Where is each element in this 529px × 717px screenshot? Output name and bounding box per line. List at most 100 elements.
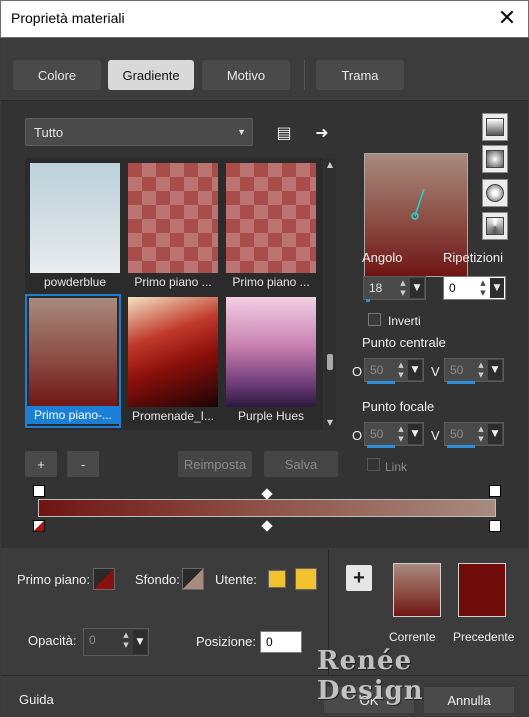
focal-v-bar bbox=[447, 445, 475, 448]
position-input[interactable]: 0 bbox=[260, 631, 302, 653]
help-label[interactable]: Guida bbox=[19, 692, 54, 707]
swatch-purple-hues[interactable]: Purple Hues bbox=[223, 294, 319, 428]
bottom-midpoint-handle[interactable] bbox=[261, 520, 273, 532]
previous-swatch[interactable] bbox=[458, 563, 506, 617]
swatch-label: Purple Hues bbox=[237, 409, 305, 423]
opacity-label: Opacità: bbox=[28, 633, 77, 648]
invert-label: Inverti bbox=[388, 314, 421, 328]
invert-checkbox[interactable] bbox=[368, 313, 381, 326]
current-label: Corrente bbox=[389, 630, 436, 644]
stepper-arrows-icon[interactable]: ▲ ▼ bbox=[477, 278, 489, 298]
chevron-down-icon[interactable]: ▼ bbox=[488, 360, 502, 380]
repeats-label: Ripetizioni bbox=[443, 250, 503, 265]
reset-button[interactable]: Reimposta bbox=[178, 451, 252, 477]
swatch-label: Primo piano-... bbox=[27, 406, 119, 424]
previous-label: Precedente bbox=[453, 630, 515, 644]
swatch-preview bbox=[29, 298, 117, 408]
add-swatch-button[interactable]: + bbox=[346, 565, 372, 591]
focal-v-stepper[interactable]: 50 ▲ ▼ ▼ bbox=[444, 422, 504, 448]
center-h-value: 50 bbox=[370, 363, 384, 377]
center-point-label: Punto centrale bbox=[362, 335, 446, 350]
angle-stepper[interactable]: 18 ▲ ▼ ▼ bbox=[363, 276, 426, 302]
user-label: Utente: bbox=[215, 572, 257, 587]
center-v-label: V bbox=[431, 364, 440, 379]
stepper-arrows-icon[interactable]: ▲ ▼ bbox=[475, 424, 487, 444]
category-select[interactable]: Tutto ▼ bbox=[25, 118, 253, 146]
tab-texture[interactable]: Trama bbox=[316, 60, 404, 90]
position-label: Posizione: bbox=[196, 634, 256, 649]
tab-pattern[interactable]: Motivo bbox=[202, 60, 290, 90]
swatch-powderblue[interactable]: powderblue bbox=[27, 160, 123, 294]
chevron-down-icon[interactable]: ▼ bbox=[133, 630, 147, 654]
linear-style-button[interactable] bbox=[482, 113, 508, 141]
start-color-stop[interactable] bbox=[33, 520, 45, 532]
swatch-label: Primo piano ... bbox=[134, 275, 212, 289]
focal-v-value: 50 bbox=[450, 427, 464, 441]
gradient-editor[interactable] bbox=[33, 485, 501, 535]
position-value: 0 bbox=[266, 635, 273, 649]
rectangular-style-button[interactable] bbox=[482, 145, 508, 173]
focal-point-label: Punto focale bbox=[362, 399, 435, 414]
stepper-arrows-icon[interactable]: ▲ ▼ bbox=[395, 424, 407, 444]
stepper-arrows-icon[interactable]: ▲ ▼ bbox=[397, 278, 409, 298]
end-color-stop[interactable] bbox=[489, 520, 501, 532]
radial-gradient-icon bbox=[486, 184, 504, 202]
foreground-label: Primo piano: bbox=[17, 572, 90, 587]
tab-color[interactable]: Colore bbox=[13, 60, 101, 90]
center-h-label: O bbox=[352, 364, 363, 379]
user-color-swatch-1[interactable] bbox=[268, 570, 286, 588]
arrow-right-icon[interactable]: ➜ bbox=[311, 121, 333, 143]
remove-gradient-button[interactable]: - bbox=[67, 451, 99, 477]
swatch-foreground-checker-2[interactable]: Primo piano ... bbox=[223, 160, 319, 294]
radial-style-button[interactable] bbox=[482, 179, 508, 207]
library-icon[interactable]: ▤ bbox=[273, 121, 295, 143]
save-button[interactable]: Salva bbox=[264, 451, 338, 477]
focal-h-stepper[interactable]: 50 ▲ ▼ ▼ bbox=[364, 422, 424, 448]
watermark-logo: Renée Design bbox=[317, 646, 424, 706]
foreground-swatch[interactable] bbox=[93, 568, 115, 590]
current-swatch[interactable] bbox=[393, 563, 441, 617]
tab-separator bbox=[304, 60, 305, 90]
gradient-bar[interactable] bbox=[38, 499, 496, 517]
top-midpoint-handle[interactable] bbox=[261, 488, 273, 500]
chevron-down-icon[interactable]: ▼ bbox=[488, 424, 502, 444]
tab-gradient[interactable]: Gradiente bbox=[108, 60, 194, 90]
chevron-down-icon[interactable]: ▼ bbox=[410, 278, 424, 298]
chevron-down-icon: ▼ bbox=[237, 127, 246, 137]
center-v-stepper[interactable]: 50 ▲ ▼ ▼ bbox=[444, 358, 504, 384]
focal-h-label: O bbox=[352, 428, 363, 443]
link-checkbox[interactable] bbox=[367, 458, 380, 471]
chevron-down-icon[interactable]: ▼ bbox=[408, 360, 422, 380]
title-bar: Proprietà materiali ✕ bbox=[0, 0, 529, 38]
sunburst-style-button[interactable] bbox=[482, 212, 508, 240]
opacity-stepper[interactable]: 0 ▲ ▼ ▼ bbox=[83, 628, 149, 656]
scroll-down-icon[interactable]: ▼ bbox=[325, 418, 335, 428]
swatch-preview bbox=[128, 163, 218, 273]
swatch-foreground-checker-1[interactable]: Primo piano ... bbox=[125, 160, 221, 294]
center-v-value: 50 bbox=[450, 363, 464, 377]
stepper-arrows-icon[interactable]: ▲ ▼ bbox=[395, 360, 407, 380]
stepper-arrows-icon[interactable]: ▲ ▼ bbox=[475, 360, 487, 380]
add-gradient-button[interactable]: + bbox=[25, 451, 57, 477]
chevron-down-icon[interactable]: ▼ bbox=[490, 278, 504, 298]
swatch-foreground-gradient[interactable]: Primo piano-... bbox=[25, 294, 121, 428]
end-stop-top-handle[interactable] bbox=[489, 485, 501, 497]
focal-v-label: V bbox=[431, 428, 440, 443]
scroll-thumb[interactable] bbox=[327, 354, 333, 370]
center-h-stepper[interactable]: 50 ▲ ▼ ▼ bbox=[364, 358, 424, 384]
swatch-preview bbox=[226, 163, 316, 273]
stepper-arrows-icon[interactable]: ▲ ▼ bbox=[120, 630, 132, 650]
chevron-down-icon[interactable]: ▼ bbox=[408, 424, 422, 444]
background-swatch[interactable] bbox=[182, 568, 204, 590]
swatch-scrollbar[interactable]: ▲ ▼ bbox=[324, 158, 336, 430]
start-stop-top-handle[interactable] bbox=[33, 485, 45, 497]
swatch-promenade[interactable]: Promenade_I... bbox=[125, 294, 221, 428]
swatch-label: Promenade_I... bbox=[131, 409, 215, 423]
scroll-up-icon[interactable]: ▲ bbox=[325, 160, 335, 170]
gradient-swatch-grid: powderblue Primo piano ... Primo piano .… bbox=[25, 158, 323, 430]
sunburst-gradient-icon bbox=[486, 217, 504, 235]
close-icon[interactable]: ✕ bbox=[492, 5, 522, 33]
repeats-stepper[interactable]: 0 ▲ ▼ ▼ bbox=[443, 276, 506, 300]
focal-h-value: 50 bbox=[370, 427, 384, 441]
user-color-swatch-2[interactable] bbox=[295, 568, 317, 590]
